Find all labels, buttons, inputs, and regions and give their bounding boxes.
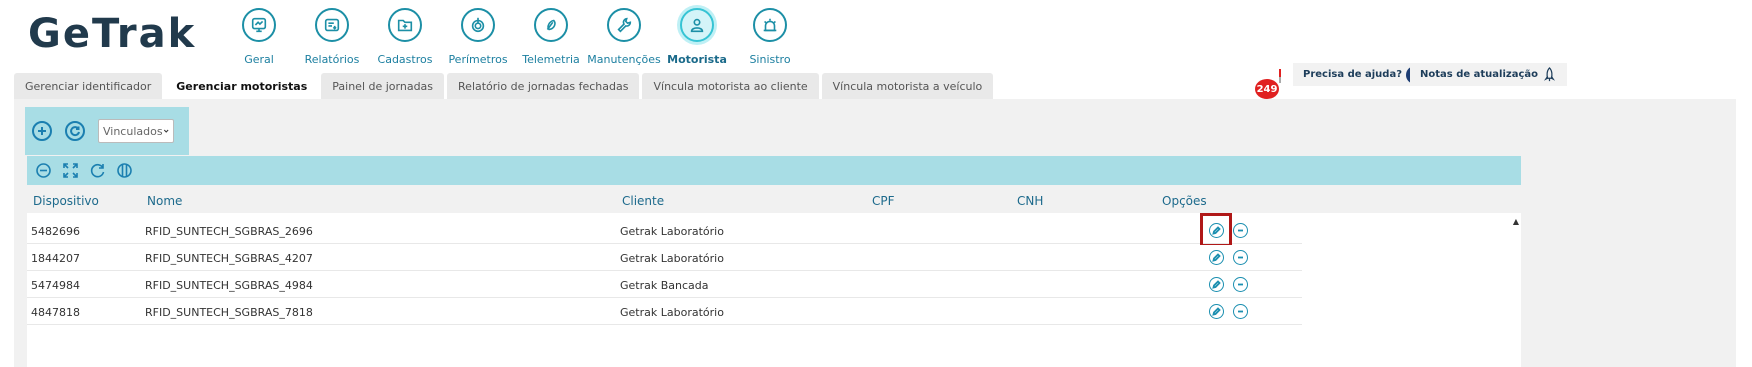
table-row[interactable]: 1844207 RFID_SUNTECH_SGBRAS_4207 Getrak …: [27, 245, 1302, 271]
module-perimetros[interactable]: Perímetros: [445, 8, 511, 66]
cell-nome: RFID_SUNTECH_SGBRAS_4207: [145, 252, 313, 265]
speed-icon: [534, 8, 568, 42]
remove-button[interactable]: [1233, 250, 1248, 265]
col-opcoes: Opções: [1162, 193, 1207, 208]
module-label: Relatórios: [304, 53, 360, 66]
module-label: Manutenções: [587, 53, 661, 66]
filter-select-value: Vinculados: [103, 124, 163, 138]
columns-button[interactable]: [116, 162, 133, 179]
pin-icon: [1279, 69, 1281, 83]
module-label: Cadastros: [377, 53, 433, 66]
expand-button[interactable]: [62, 162, 79, 179]
monitor-icon: [242, 8, 276, 42]
edit-icon: [1212, 307, 1221, 316]
module-label: Perímetros: [448, 53, 508, 66]
module-label: Motorista: [667, 53, 727, 66]
module-label: Sinistro: [749, 53, 791, 66]
reload-icon: [90, 163, 105, 178]
cell-dispositivo: 5482696: [31, 225, 80, 238]
top-bar: GeTrak Geral Relatórios Cadastros Períme…: [0, 0, 1752, 70]
app-logo: GeTrak: [28, 11, 197, 57]
module-telemetria[interactable]: Telemetria: [518, 8, 584, 66]
wrench-icon: [607, 8, 641, 42]
tab-vincula-veiculo[interactable]: Víncula motorista a veículo: [821, 73, 994, 99]
minus-icon: [1238, 283, 1243, 286]
col-nome[interactable]: Nome: [147, 194, 182, 208]
updates-label: Notas de atualização: [1420, 69, 1538, 80]
grid-toolbar: [27, 156, 1521, 185]
module-sinistro[interactable]: Sinistro: [737, 8, 803, 66]
module-manutencoes[interactable]: Manutenções: [587, 8, 661, 66]
tab-bar: Gerenciar identificador Gerenciar motori…: [14, 73, 996, 99]
remove-button[interactable]: [1233, 223, 1248, 238]
refresh-button[interactable]: [65, 121, 85, 141]
edit-icon: [1212, 280, 1221, 289]
edit-icon: [1212, 226, 1221, 235]
main-content: Vinculados Dispositivo Nome Cliente CPF …: [14, 99, 1736, 367]
remove-button[interactable]: [1233, 277, 1248, 292]
cell-dispositivo: 5474984: [31, 279, 80, 292]
table-row[interactable]: 5482696 RFID_SUNTECH_SGBRAS_2696 Getrak …: [27, 213, 1302, 247]
cell-cliente: Getrak Laboratório: [620, 252, 724, 265]
table-body: ▲ 5482696 RFID_SUNTECH_SGBRAS_2696 Getra…: [27, 213, 1521, 367]
cell-dispositivo: 1844207: [31, 252, 80, 265]
col-cliente[interactable]: Cliente: [622, 194, 664, 208]
tab-painel-jornadas[interactable]: Painel de jornadas: [321, 73, 445, 99]
scroll-up-arrow[interactable]: ▲: [1513, 217, 1519, 226]
minus-circle-icon: [36, 163, 51, 178]
help-label: Precisa de ajuda?: [1303, 69, 1403, 80]
tab-relatorio-jornadas[interactable]: Relatório de jornadas fechadas: [447, 73, 640, 99]
edit-button[interactable]: [1209, 304, 1224, 319]
columns-icon: [117, 163, 132, 178]
cell-nome: RFID_SUNTECH_SGBRAS_7818: [145, 306, 313, 319]
cell-cliente: Getrak Laboratório: [620, 306, 724, 319]
collapse-button[interactable]: [35, 162, 52, 179]
folder-add-icon: [388, 8, 422, 42]
refresh-icon: [70, 126, 80, 137]
notification-badge[interactable]: 249: [1255, 79, 1279, 99]
table-row[interactable]: 5474984 RFID_SUNTECH_SGBRAS_4984 Getrak …: [27, 272, 1302, 298]
cell-nome: RFID_SUNTECH_SGBRAS_4984: [145, 279, 313, 292]
tab-gerenciar-identificador[interactable]: Gerenciar identificador: [14, 73, 163, 99]
module-motorista[interactable]: Motorista: [664, 8, 730, 66]
module-nav: Geral Relatórios Cadastros Perímetros Te…: [226, 8, 810, 66]
cell-cliente: Getrak Bancada: [620, 279, 709, 292]
edit-button[interactable]: [1209, 250, 1224, 265]
col-cpf[interactable]: CPF: [872, 194, 895, 208]
table-row[interactable]: 4847818 RFID_SUNTECH_SGBRAS_7818 Getrak …: [27, 299, 1302, 325]
cell-dispositivo: 4847818: [31, 306, 80, 319]
filter-select[interactable]: Vinculados: [98, 119, 174, 143]
driver-icon: [680, 8, 714, 42]
add-button[interactable]: [32, 121, 52, 141]
expand-icon: [63, 163, 78, 178]
minus-icon: [1238, 256, 1243, 259]
report-icon: [315, 8, 349, 42]
module-label: Telemetria: [522, 53, 580, 66]
col-dispositivo[interactable]: Dispositivo: [33, 194, 99, 208]
module-cadastros[interactable]: Cadastros: [372, 8, 438, 66]
updates-button[interactable]: Notas de atualização: [1410, 63, 1567, 86]
module-label: Geral: [244, 53, 274, 66]
module-relatorios[interactable]: Relatórios: [299, 8, 365, 66]
chevron-down-icon: [163, 129, 169, 133]
plus-icon: [38, 127, 46, 135]
cell-cliente: Getrak Laboratório: [620, 225, 724, 238]
table-header: Dispositivo Nome Cliente CPF CNH Opções: [27, 188, 1521, 213]
minus-icon: [1238, 229, 1243, 232]
cell-nome: RFID_SUNTECH_SGBRAS_2696: [145, 225, 313, 238]
tab-gerenciar-motoristas[interactable]: Gerenciar motoristas: [165, 73, 319, 99]
rocket-icon: [1543, 67, 1556, 82]
target-icon: [461, 8, 495, 42]
reload-grid-button[interactable]: [89, 162, 106, 179]
tab-vincula-cliente[interactable]: Víncula motorista ao cliente: [642, 73, 819, 99]
edit-button[interactable]: [1209, 277, 1224, 292]
action-toolbar: Vinculados: [25, 107, 189, 155]
edit-icon: [1212, 253, 1221, 262]
edit-button[interactable]: [1209, 223, 1224, 238]
module-geral[interactable]: Geral: [226, 8, 292, 66]
minus-icon: [1238, 310, 1243, 313]
remove-button[interactable]: [1233, 304, 1248, 319]
alarm-icon: [753, 8, 787, 42]
col-cnh[interactable]: CNH: [1017, 194, 1043, 208]
